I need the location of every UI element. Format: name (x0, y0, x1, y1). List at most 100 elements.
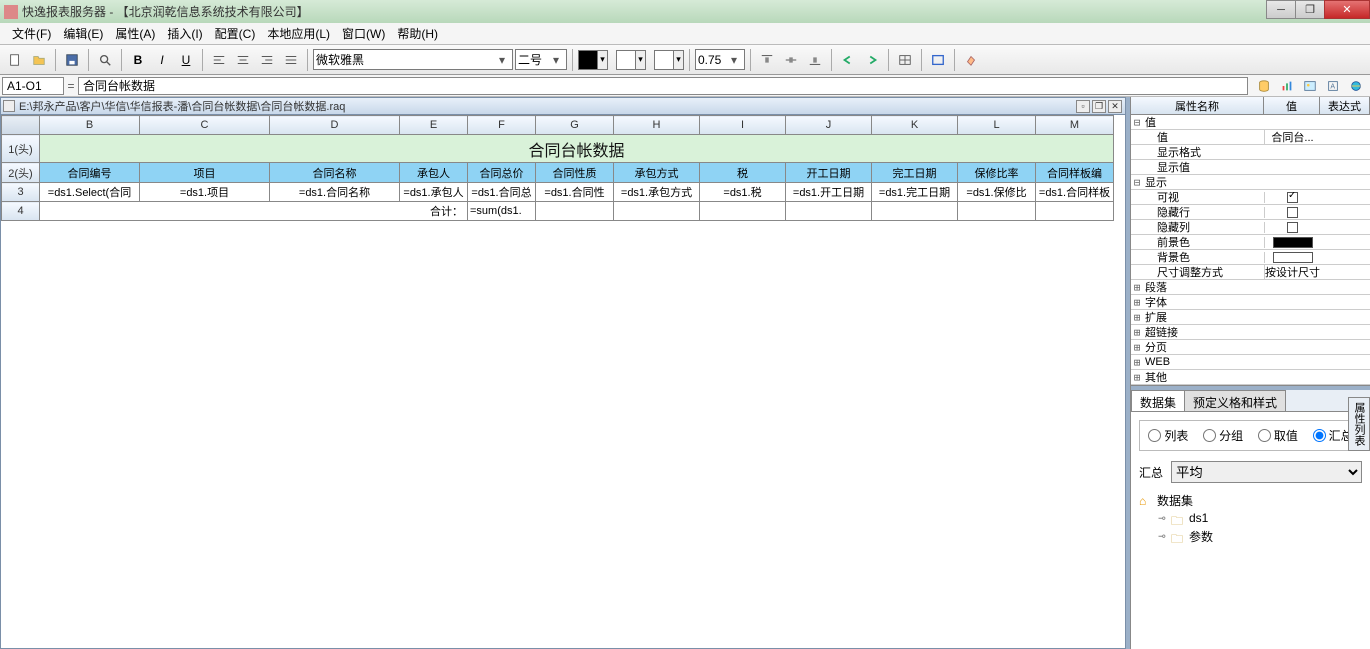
italic-button[interactable]: I (151, 49, 173, 71)
clear-button[interactable] (960, 49, 982, 71)
preview-button[interactable] (94, 49, 116, 71)
doc-max-button[interactable]: ❐ (1092, 100, 1106, 113)
expand-icon[interactable]: ⊞ (1131, 311, 1143, 324)
doc-min-button[interactable]: ▫ (1076, 100, 1090, 113)
db-icon[interactable] (1254, 77, 1274, 95)
checkbox[interactable] (1287, 192, 1298, 203)
col-header[interactable]: K (872, 116, 958, 135)
checkbox[interactable] (1287, 222, 1298, 233)
property-row[interactable]: ⊞ 扩展 (1131, 310, 1370, 325)
property-value[interactable] (1264, 207, 1320, 218)
property-list-tab[interactable]: 属性列表 (1348, 397, 1370, 451)
col-header[interactable]: F (468, 116, 536, 135)
grid-header-cell[interactable]: 项目 (140, 163, 270, 183)
tab-predefined[interactable]: 预定义格和样式 (1184, 390, 1286, 411)
property-row[interactable]: 可视 (1131, 190, 1370, 205)
property-row[interactable]: 值 合同台... (1131, 130, 1370, 145)
grid-header-cell[interactable]: 完工日期 (872, 163, 958, 183)
col-header[interactable]: H (614, 116, 700, 135)
bold-button[interactable]: B (127, 49, 149, 71)
col-header[interactable]: C (140, 116, 270, 135)
property-row[interactable]: ⊟ 显示 (1131, 175, 1370, 190)
tab-dataset[interactable]: 数据集 (1131, 390, 1185, 411)
chart-icon[interactable] (1277, 77, 1297, 95)
align-right-button[interactable] (256, 49, 278, 71)
property-value[interactable] (1264, 192, 1320, 203)
property-row[interactable]: ⊞ WEB (1131, 355, 1370, 370)
dataset-tree[interactable]: ⌂数据集 ⊸🗀ds1 ⊸🗀参数 (1139, 491, 1362, 545)
tree-item-params[interactable]: ⊸🗀参数 (1139, 527, 1362, 545)
menu-insert[interactable]: 插入(I) (161, 23, 208, 44)
col-header[interactable]: D (270, 116, 400, 135)
grid-header-cell[interactable]: 合同样板编 (1036, 163, 1114, 183)
property-row[interactable]: 隐藏行 (1131, 205, 1370, 220)
backcolor-swatch[interactable]: ▾ (616, 50, 646, 70)
fillcolor-swatch[interactable]: ▾ (654, 50, 684, 70)
property-row[interactable]: ⊞ 分页 (1131, 340, 1370, 355)
menu-file[interactable]: 文件(F) (6, 23, 57, 44)
grid-empty-cell[interactable] (786, 202, 872, 221)
col-header[interactable]: I (700, 116, 786, 135)
grid-header-cell[interactable]: 合同编号 (40, 163, 140, 183)
radio-summary[interactable]: 汇总 (1313, 427, 1353, 444)
fontsize-combo[interactable]: 二号▾ (515, 49, 567, 70)
open-button[interactable] (28, 49, 50, 71)
font-combo[interactable]: 微软雅黑▾ (313, 49, 513, 70)
menu-help[interactable]: 帮助(H) (391, 23, 444, 44)
cell-reference[interactable]: A1-O1 (2, 77, 64, 95)
valign-middle-button[interactable] (780, 49, 802, 71)
grid-header-cell[interactable]: 保修比率 (958, 163, 1036, 183)
grid-empty-cell[interactable] (614, 202, 700, 221)
property-row[interactable]: ⊞ 段落 (1131, 280, 1370, 295)
zoom-combo[interactable]: 0.75▾ (695, 49, 745, 70)
close-button[interactable]: ✕ (1324, 0, 1370, 19)
redo-button[interactable] (861, 49, 883, 71)
grid-empty-cell[interactable] (958, 202, 1036, 221)
forecolor-swatch[interactable]: ▾ (578, 50, 608, 70)
grid-empty-cell[interactable] (536, 202, 614, 221)
radio-list[interactable]: 列表 (1148, 427, 1188, 444)
expand-icon[interactable]: ⊟ (1131, 116, 1143, 129)
checkbox[interactable] (1287, 207, 1298, 218)
property-row[interactable]: 隐藏列 (1131, 220, 1370, 235)
undo-button[interactable] (837, 49, 859, 71)
grid-data-cell[interactable]: =ds1.合同名称 (270, 183, 400, 202)
align-left-button[interactable] (208, 49, 230, 71)
minimize-button[interactable]: ─ (1266, 0, 1296, 19)
tree-root[interactable]: ⌂数据集 (1139, 491, 1362, 509)
grid-data-cell[interactable]: =ds1.合同性 (536, 183, 614, 202)
grid-empty-cell[interactable] (872, 202, 958, 221)
footer-sum-cell[interactable]: =sum(ds1. (468, 202, 536, 221)
col-header[interactable]: M (1036, 116, 1114, 135)
summary-select[interactable]: 平均 (1171, 461, 1362, 483)
valign-top-button[interactable] (756, 49, 778, 71)
property-value[interactable] (1264, 237, 1320, 248)
menu-local[interactable]: 本地应用(L) (261, 23, 336, 44)
property-row[interactable]: ⊞ 超链接 (1131, 325, 1370, 340)
grid-data-cell[interactable]: =ds1.Select(合同 (40, 183, 140, 202)
grid-empty-cell[interactable] (700, 202, 786, 221)
radio-group[interactable]: 分组 (1203, 427, 1243, 444)
report-title-cell[interactable]: 合同台帐数据 (40, 135, 1114, 163)
menu-config[interactable]: 配置(C) (209, 23, 262, 44)
grid-empty-cell[interactable] (1036, 202, 1114, 221)
property-value[interactable] (1264, 252, 1320, 263)
row-header[interactable]: 3 (2, 183, 40, 202)
row-header[interactable]: 4 (2, 202, 40, 221)
property-row[interactable]: 显示格式 (1131, 145, 1370, 160)
property-row[interactable]: 背景色 (1131, 250, 1370, 265)
expand-icon[interactable]: ⊞ (1131, 326, 1143, 339)
expand-icon[interactable]: ⊟ (1131, 176, 1143, 189)
grid-header-cell[interactable]: 合同总价 (468, 163, 536, 183)
grid-header-cell[interactable]: 税 (700, 163, 786, 183)
property-row[interactable]: ⊟ 值 (1131, 115, 1370, 130)
grid-header-cell[interactable]: 合同名称 (270, 163, 400, 183)
row-header[interactable]: 2(头) (2, 163, 40, 183)
underline-button[interactable]: U (175, 49, 197, 71)
menu-property[interactable]: 属性(A) (109, 23, 161, 44)
formula-input[interactable]: 合同台帐数据 (78, 77, 1248, 95)
image-icon[interactable] (1300, 77, 1320, 95)
grid-header-cell[interactable]: 合同性质 (536, 163, 614, 183)
expand-icon[interactable]: ⊞ (1131, 296, 1143, 309)
property-row[interactable]: ⊞ 字体 (1131, 295, 1370, 310)
